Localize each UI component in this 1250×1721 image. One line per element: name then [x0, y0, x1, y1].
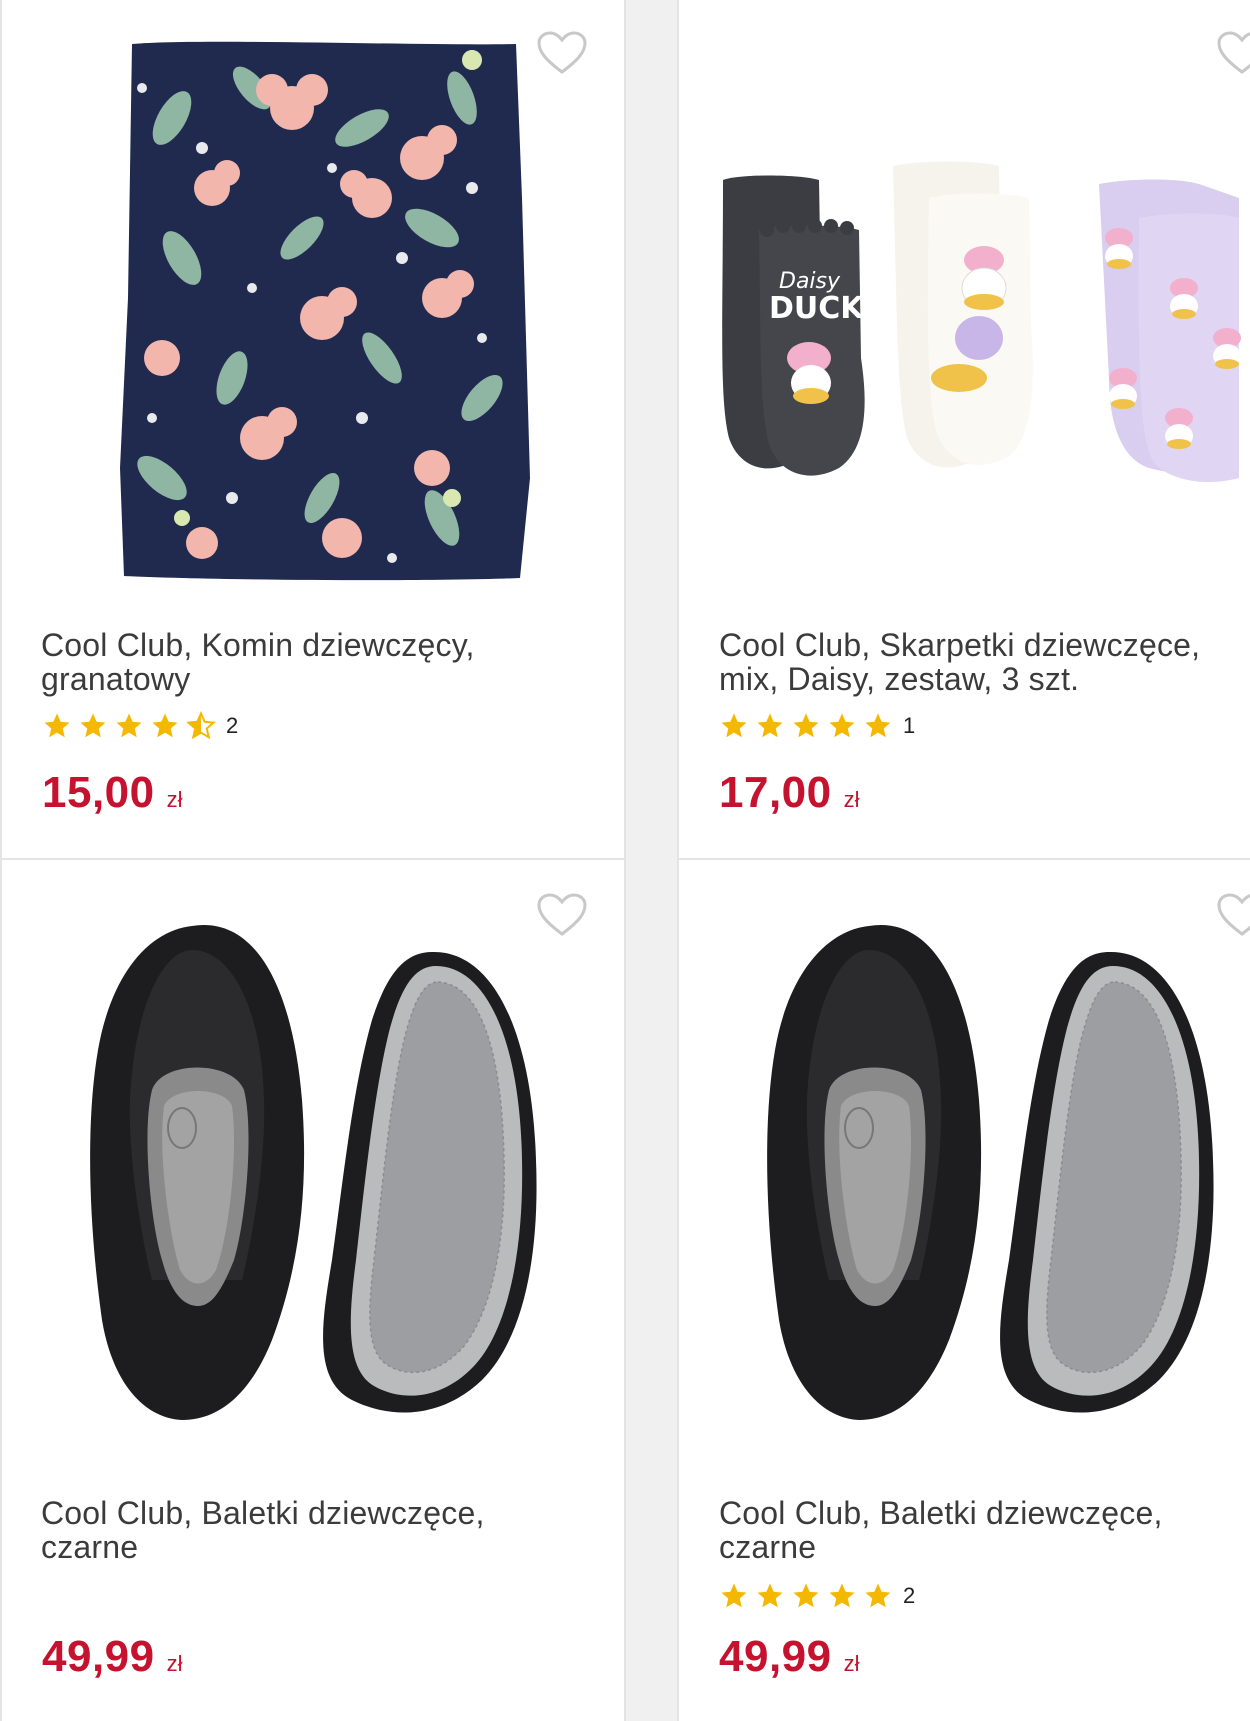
product-rating: 1 [719, 710, 915, 742]
favorite-heart-icon[interactable] [536, 30, 588, 76]
price-value: 17,00 [719, 768, 832, 817]
star-icon [793, 713, 819, 738]
price-currency: zł [166, 1651, 183, 1676]
favorite-heart-icon[interactable] [1216, 892, 1250, 938]
star-icon [757, 1583, 783, 1608]
price-currency: zł [166, 787, 183, 812]
star-icon [829, 713, 855, 738]
price-value: 15,00 [42, 768, 155, 817]
product-price: 49,99 zł [719, 1632, 860, 1682]
star-icon [865, 1583, 891, 1608]
star-icon [721, 1583, 747, 1608]
product-image[interactable] [2, 860, 626, 1480]
product-title[interactable]: Cool Club, Baletki dziewczęce, czarne [41, 1496, 581, 1564]
favorite-heart-icon[interactable] [1216, 30, 1250, 76]
product-image[interactable] [679, 860, 1250, 1480]
product-image[interactable] [2, 0, 626, 618]
product-title[interactable]: Cool Club, Komin dziewczęcy, granatowy [41, 628, 581, 696]
product-card[interactable]: Daisy DUCK Cool Club, Skarpetki dziewczę… [677, 0, 1250, 862]
product-title[interactable]: Cool Club, Baletki dziewczęce, czarne [719, 1496, 1239, 1564]
favorite-heart-icon[interactable] [536, 892, 588, 938]
price-currency: zł [843, 787, 860, 812]
product-image[interactable]: Daisy DUCK [679, 0, 1250, 618]
star-icon [865, 713, 891, 738]
product-price: 17,00 zł [719, 768, 860, 818]
star-icon [116, 713, 142, 738]
star-icon [757, 713, 783, 738]
rating-count: 2 [226, 713, 239, 738]
rating-count: 1 [903, 713, 916, 738]
svg-text:DUCK: DUCK [769, 291, 865, 326]
product-card[interactable]: Cool Club, Baletki dziewczęce, czarne 2 … [677, 858, 1250, 1721]
rating-count: 2 [903, 1583, 916, 1608]
star-icon [152, 713, 178, 738]
star-icon [793, 1583, 819, 1608]
star-half-icon [186, 711, 216, 740]
product-card[interactable]: Cool Club, Komin dziewczęcy, granatowy 2… [0, 0, 626, 862]
star-icon [721, 713, 747, 738]
product-price: 49,99 zł [42, 1632, 183, 1682]
product-price: 15,00 zł [42, 768, 183, 818]
product-rating: 2 [42, 710, 238, 742]
star-icon [829, 1583, 855, 1608]
product-rating: 2 [719, 1580, 915, 1612]
star-icon [44, 713, 70, 738]
price-value: 49,99 [719, 1632, 832, 1681]
product-card[interactable]: Cool Club, Baletki dziewczęce, czarne 49… [0, 858, 626, 1721]
product-grid: Cool Club, Komin dziewczęcy, granatowy 2… [0, 0, 1250, 1721]
product-title[interactable]: Cool Club, Skarpetki dziewczęce, mix, Da… [719, 628, 1239, 696]
star-icon [80, 713, 106, 738]
price-currency: zł [843, 1651, 860, 1676]
price-value: 49,99 [42, 1632, 155, 1681]
